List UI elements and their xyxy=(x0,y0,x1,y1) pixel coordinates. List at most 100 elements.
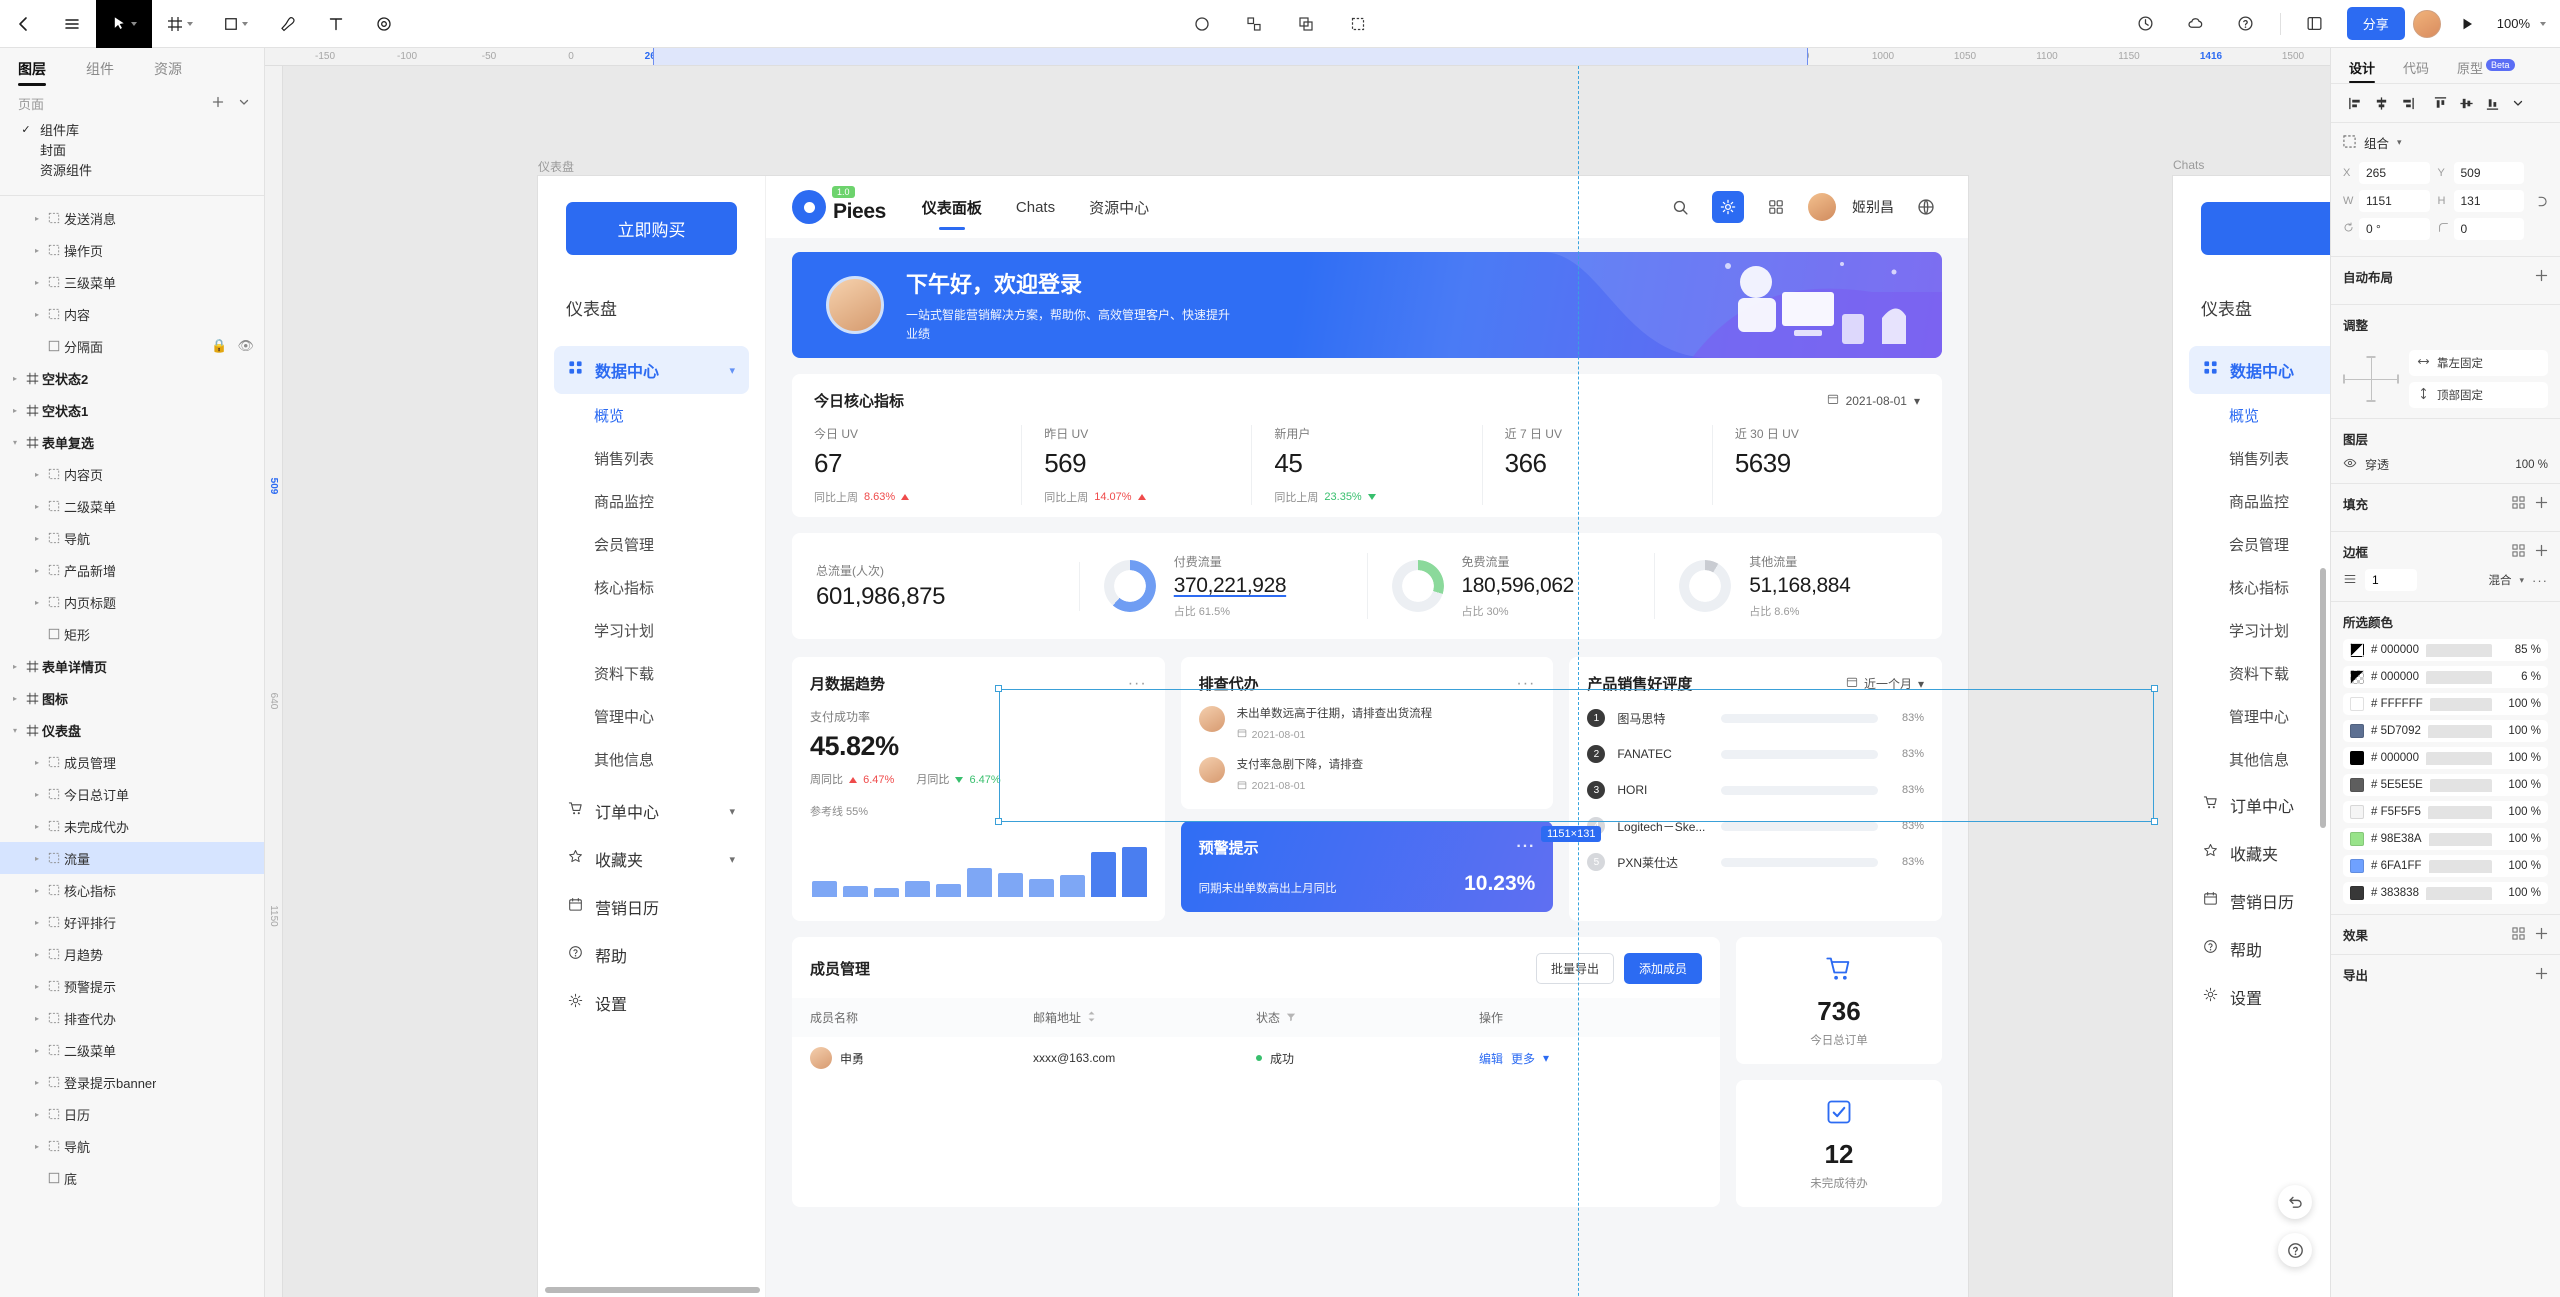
twisty-icon[interactable]: ▸ xyxy=(30,278,44,287)
sidebar-subitem-8[interactable]: 其他信息 xyxy=(2173,738,2330,781)
menu-button[interactable] xyxy=(48,0,96,48)
color-swatch-row[interactable]: # 000000 6 % xyxy=(2343,666,2548,688)
sidebar-subitem-0[interactable]: 概览 xyxy=(2173,394,2330,437)
more-horizontal-icon[interactable]: ··· xyxy=(1516,675,1535,693)
constraint-vertical[interactable]: 顶部固定 xyxy=(2409,382,2548,408)
chevron-down-icon[interactable]: ▾ xyxy=(729,853,735,866)
plus-icon[interactable] xyxy=(212,96,224,111)
h-input[interactable] xyxy=(2453,190,2524,212)
layer-item[interactable]: ▸ 发送消息 xyxy=(0,202,264,234)
sidebar-item-settings-2[interactable]: 设置 xyxy=(2189,973,2330,1021)
layer-item[interactable]: ▸ 图标 xyxy=(0,682,264,714)
twisty-icon[interactable]: ▸ xyxy=(30,1078,44,1087)
h-field[interactable]: H xyxy=(2438,190,2524,212)
export-button[interactable]: 批量导出 xyxy=(1535,953,1614,984)
table-row[interactable]: 申勇 xxxx@163.com 成功 编辑 更多 ▾ xyxy=(792,1037,1720,1079)
tab-resource-center[interactable]: 资源中心 xyxy=(1087,191,1151,224)
canvas-area[interactable]: -150-100-5002653003504004505005506006507… xyxy=(265,48,2330,1297)
layer-item[interactable]: ▸ 预警提示 xyxy=(0,970,264,1002)
rotation-input[interactable] xyxy=(2359,218,2430,240)
tab-chats[interactable]: Chats xyxy=(1014,193,1057,222)
w-input[interactable] xyxy=(2359,190,2430,212)
sidebar-subitem-8[interactable]: 其他信息 xyxy=(538,738,765,781)
artboard-dashboard[interactable]: 立即购买 仪表盘 数据中心 ▾ 概览 销售列表 商品监控 会员管理 核心指标 学… xyxy=(538,176,1968,1297)
layer-item[interactable]: ▾ 仪表盘 xyxy=(0,714,264,746)
text-tool[interactable] xyxy=(312,0,360,48)
shape-tool[interactable] xyxy=(208,0,264,48)
page-item-0[interactable]: ✓ 组件库 xyxy=(0,119,264,139)
y-input[interactable] xyxy=(2453,162,2524,184)
align-top-icon[interactable] xyxy=(2428,91,2452,115)
tab-dashboard[interactable]: 仪表面板 xyxy=(920,191,984,224)
horizontal-scrollbar[interactable] xyxy=(545,1287,760,1293)
color-swatch-row[interactable]: # FFFFFF 100 % xyxy=(2343,693,2548,715)
corner-input[interactable] xyxy=(2453,218,2524,240)
layer-item[interactable]: ▸ 日历 xyxy=(0,1098,264,1130)
rank-range-picker[interactable]: 近一个月 ▾ xyxy=(1846,675,1924,692)
align-right-icon[interactable] xyxy=(2395,91,2419,115)
selection-handle-bl[interactable] xyxy=(995,818,1002,825)
layout-panel-icon[interactable] xyxy=(2291,0,2339,48)
traffic-paid-value[interactable]: 370,221,928 xyxy=(1174,574,1287,598)
link-icon[interactable] xyxy=(2532,190,2548,212)
twisty-icon[interactable]: ▸ xyxy=(30,886,44,895)
w-field[interactable]: W xyxy=(2343,190,2430,212)
layer-item[interactable]: ▸ 空状态1 xyxy=(0,394,264,426)
color-swatch-row[interactable]: # 5D7092 100 % xyxy=(2343,720,2548,742)
sidebar-subitem-7[interactable]: 管理中心 xyxy=(538,695,765,738)
layer-item[interactable]: ▸ 排查代办 xyxy=(0,1002,264,1034)
layer-opacity-value[interactable]: 100 % xyxy=(2515,459,2548,471)
layer-item[interactable]: ▸ 好评排行 xyxy=(0,906,264,938)
sidebar-subitem-4[interactable]: 核心指标 xyxy=(538,566,765,609)
color-swatch-row[interactable]: # 5E5E5E 100 % xyxy=(2343,774,2548,796)
layer-item[interactable]: ▾ 表单复选 xyxy=(0,426,264,458)
tab-components[interactable]: 组件 xyxy=(86,59,114,86)
layer-item[interactable]: ▸ 核心指标 xyxy=(0,874,264,906)
more-icon[interactable]: ··· xyxy=(2532,573,2548,588)
layer-item[interactable]: ▸ 成员管理 xyxy=(0,746,264,778)
layer-item[interactable]: ▸ 二级菜单 xyxy=(0,1034,264,1066)
tab-layers[interactable]: 图层 xyxy=(18,59,46,86)
color-swatch-row[interactable]: # 000000 100 % xyxy=(2343,747,2548,769)
play-button[interactable] xyxy=(2443,0,2491,48)
x-field[interactable]: X xyxy=(2343,162,2430,184)
align-bottom-icon[interactable] xyxy=(2480,91,2504,115)
sidebar-item-data-center-2[interactable]: 数据中心 ▾ xyxy=(2189,346,2330,394)
tab-code[interactable]: 代码 xyxy=(2403,58,2429,83)
layer-item[interactable]: 底 xyxy=(0,1162,264,1194)
twisty-icon[interactable]: ▸ xyxy=(8,694,22,703)
cloud-icon[interactable] xyxy=(2172,0,2220,48)
artboard-label-dashboard[interactable]: 仪表盘 xyxy=(538,158,574,175)
buy-now-button[interactable]: 立即购买 xyxy=(566,202,737,255)
globe-icon[interactable] xyxy=(1910,191,1942,223)
stroke-align-icon[interactable] xyxy=(2343,572,2357,589)
sidebar-subitem-3[interactable]: 会员管理 xyxy=(2173,523,2330,566)
layer-item[interactable]: ▸ 流量 xyxy=(0,842,264,874)
sidebar-subitem-1[interactable]: 销售列表 xyxy=(538,437,765,480)
layer-item[interactable]: ▸ 月趋势 xyxy=(0,938,264,970)
y-field[interactable]: Y xyxy=(2438,162,2524,184)
twisty-icon[interactable]: ▾ xyxy=(8,438,22,447)
brand-logo[interactable]: Piees 1.0 xyxy=(792,186,886,224)
layer-item[interactable]: ▸ 未完成代办 xyxy=(0,810,264,842)
twisty-icon[interactable]: ▸ xyxy=(30,310,44,319)
page-item-2[interactable]: 资源组件 xyxy=(0,159,264,179)
sidebar-subitem-4[interactable]: 核心指标 xyxy=(2173,566,2330,609)
sidebar-item-data-center[interactable]: 数据中心 ▾ xyxy=(554,346,749,394)
align-center-v-icon[interactable] xyxy=(2454,91,2478,115)
plus-icon[interactable] xyxy=(2535,269,2548,285)
undo-fab-button[interactable] xyxy=(2278,1185,2312,1219)
color-swatch-row[interactable]: # 6FA1FF 100 % xyxy=(2343,855,2548,877)
selection-type[interactable]: 组合 ▾ xyxy=(2343,133,2548,152)
layer-item[interactable]: ▸ 三级菜单 xyxy=(0,266,264,298)
user-avatar[interactable] xyxy=(1808,193,1836,221)
share-button[interactable]: 分享 xyxy=(2346,7,2405,40)
twisty-icon[interactable]: ▸ xyxy=(30,1110,44,1119)
layer-item[interactable]: ▸ 空状态2 xyxy=(0,362,264,394)
help-icon[interactable] xyxy=(2222,0,2270,48)
align-more-icon[interactable] xyxy=(2506,91,2530,115)
constraint-right[interactable] xyxy=(2397,374,2399,384)
twisty-icon[interactable]: ▸ xyxy=(8,406,22,415)
buy-now-button-2[interactable]: 立即购买 xyxy=(2201,202,2330,255)
twisty-icon[interactable]: ▸ xyxy=(30,854,44,863)
